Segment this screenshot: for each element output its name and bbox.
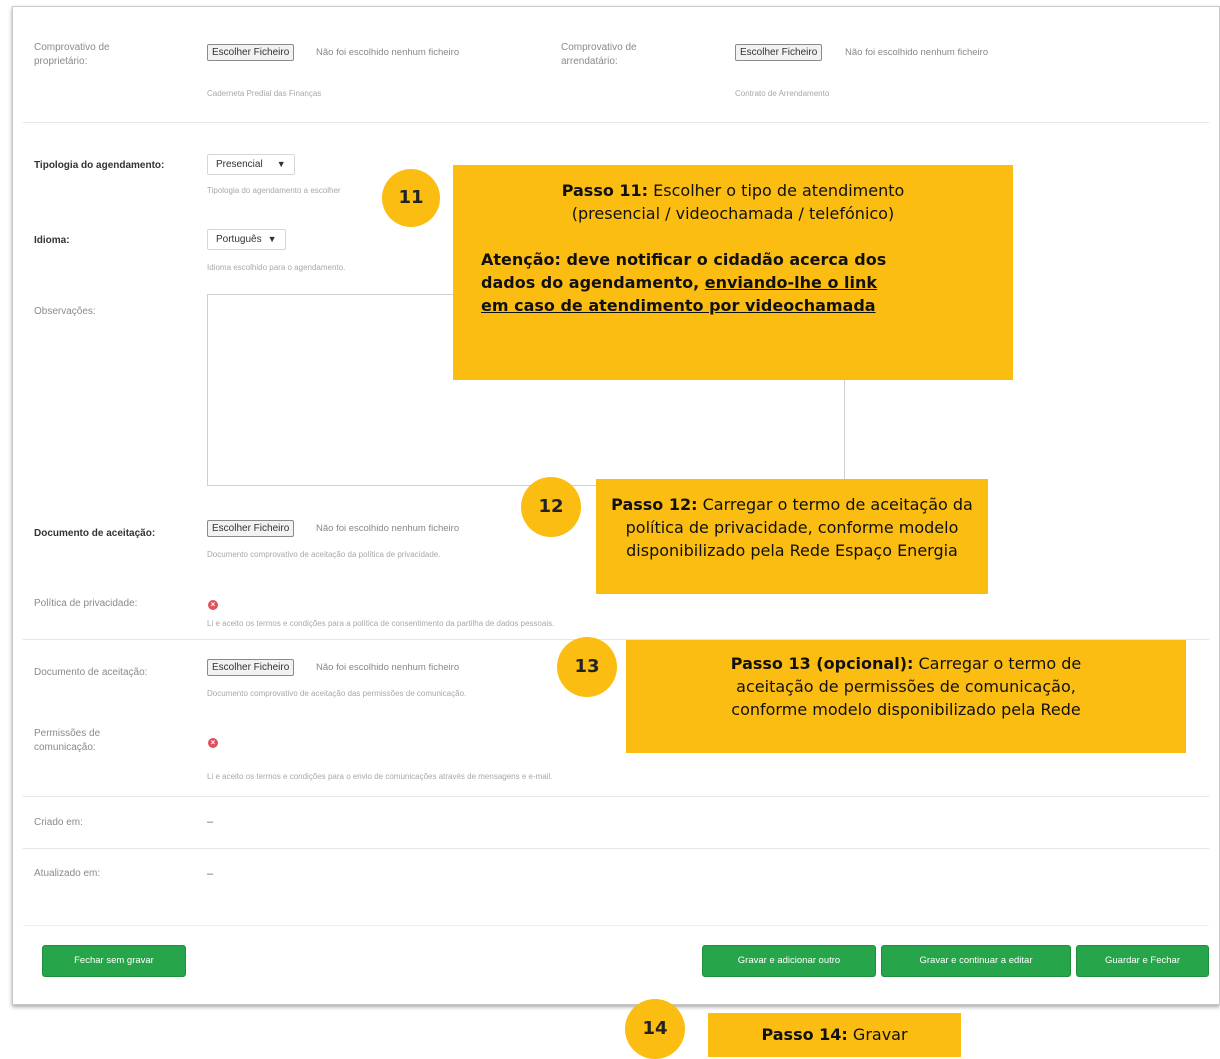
comprovativo-arrendatario-file-button[interactable]: Escolher Ficheiro [735,44,823,61]
chevron-down-icon: ▼ [267,234,277,244]
comprovativo-proprietario-help: Caderneta Predial das Finanças [207,89,322,98]
step-11-warning-3: em caso de atendimento por videochamada [481,296,876,315]
step-11-text-2: (presencial / videochamada / telefónico) [571,204,895,223]
politica-privacidade-label: Política de privacidade: [34,598,138,609]
chevron-down-icon: ▼ [276,159,286,169]
step-11-warning-link: enviando-lhe o link [704,273,878,292]
politica-privacidade-checkbox[interactable]: × [208,600,218,610]
tipologia-label: Tipologia do agendamento: [34,160,165,171]
idioma-label: Idioma: [34,235,70,246]
atualizado-em-label: Atualizado em: [34,868,101,879]
step-13-title: Passo 13 (opcional): [730,654,914,673]
divider [23,848,1209,849]
step-13-text-3: conforme modelo disponibilizado pela Red… [731,700,1081,719]
documento-aceitacao-privacidade-file-button[interactable]: Escolher Ficheiro [207,520,295,537]
step-11-warning-1: Atenção: deve notificar o cidadão acerca… [481,250,887,269]
documento-aceitacao-comunicacao-file-status: Não foi escolhido nenhum ficheiro [316,662,460,673]
idioma-selected-value: Português [216,234,262,245]
observacoes-label: Observações: [34,306,96,317]
step-12-title: Passo 12: [611,495,698,514]
divider [23,122,1209,123]
gravar-continuar-editar-button[interactable]: Gravar e continuar a editar [881,945,1071,977]
permissoes-comunicacao-label: Permissões de comunicação: [34,728,101,753]
divider [23,796,1209,797]
step-12-text-2: política de privacidade, conforme modelo [625,518,959,537]
step-11-title: Passo 11: [561,181,649,200]
step-13-text-2: aceitação de permissões de comunicação, [736,677,1076,696]
documento-aceitacao-comunicacao-help: Documento comprovativo de aceitação das … [207,689,467,698]
documento-aceitacao-privacidade-help: Documento comprovativo de aceitação da p… [207,550,441,559]
comprovativo-proprietario-file-button[interactable]: Escolher Ficheiro [207,44,295,61]
divider [23,925,1209,926]
step-12-badge: 12 [521,477,581,537]
step-11-callout: Passo 11: Escolher o tipo de atendimento… [453,165,1013,380]
comprovativo-proprietario-label: Comprovativo de proprietário: [34,42,110,67]
guardar-fechar-button[interactable]: Guardar e Fechar [1076,945,1209,977]
comprovativo-proprietario-file-status: Não foi escolhido nenhum ficheiro [316,47,460,58]
tipologia-selected-value: Presencial [216,159,263,170]
fechar-sem-gravar-button[interactable]: Fechar sem gravar [42,945,186,977]
idioma-help: Idioma escolhido para o agendamento. [207,263,346,272]
step-14-title: Passo 14: [761,1025,848,1044]
criado-em-value: – [207,816,214,828]
step-14-badge: 14 [625,999,685,1059]
step-12-text-3: disponibilizado pela Rede Espaço Energia [626,541,958,560]
politica-privacidade-help: Li e aceito os termos e condições para a… [207,619,555,628]
step-11-warning-2: dados do agendamento, [481,273,705,292]
step-12-callout: Passo 12: Carregar o termo de aceitação … [596,479,988,594]
step-12-text: Carregar o termo de aceitação da [697,495,973,514]
step-14-text: Gravar [847,1025,908,1044]
permissoes-comunicacao-checkbox[interactable]: × [208,738,218,748]
step-11-text: Escolher o tipo de atendimento [648,181,905,200]
criado-em-label: Criado em: [34,817,83,828]
step-14-callout: Passo 14: Gravar [708,1013,961,1057]
documento-aceitacao-comunicacao-file-button[interactable]: Escolher Ficheiro [207,659,295,676]
comprovativo-arrendatario-help: Contrato de Arrendamento [735,89,830,98]
comprovativo-arrendatario-label: Comprovativo de arrendatário: [561,42,637,67]
documento-aceitacao-privacidade-file-status: Não foi escolhido nenhum ficheiro [316,523,460,534]
step-11-badge: 11 [382,169,440,227]
step-13-text: Carregar o termo de [913,654,1082,673]
permissoes-comunicacao-help: Li e aceito os termos e condições para o… [207,772,553,781]
comprovativo-arrendatario-file-status: Não foi escolhido nenhum ficheiro [845,47,989,58]
gravar-adicionar-outro-button[interactable]: Gravar e adicionar outro [702,945,876,977]
step-13-callout: Passo 13 (opcional): Carregar o termo de… [626,640,1186,753]
documento-aceitacao-comunicacao-label: Documento de aceitação: [34,667,148,678]
atualizado-em-value: – [207,868,214,880]
idioma-select[interactable]: Português ▼ [207,229,286,250]
documento-aceitacao-privacidade-label: Documento de aceitação: [34,528,156,539]
tipologia-select[interactable]: Presencial ▼ [207,154,295,175]
tipologia-help: Tipologia do agendamento a escolher [207,186,341,195]
step-13-badge: 13 [557,637,617,697]
